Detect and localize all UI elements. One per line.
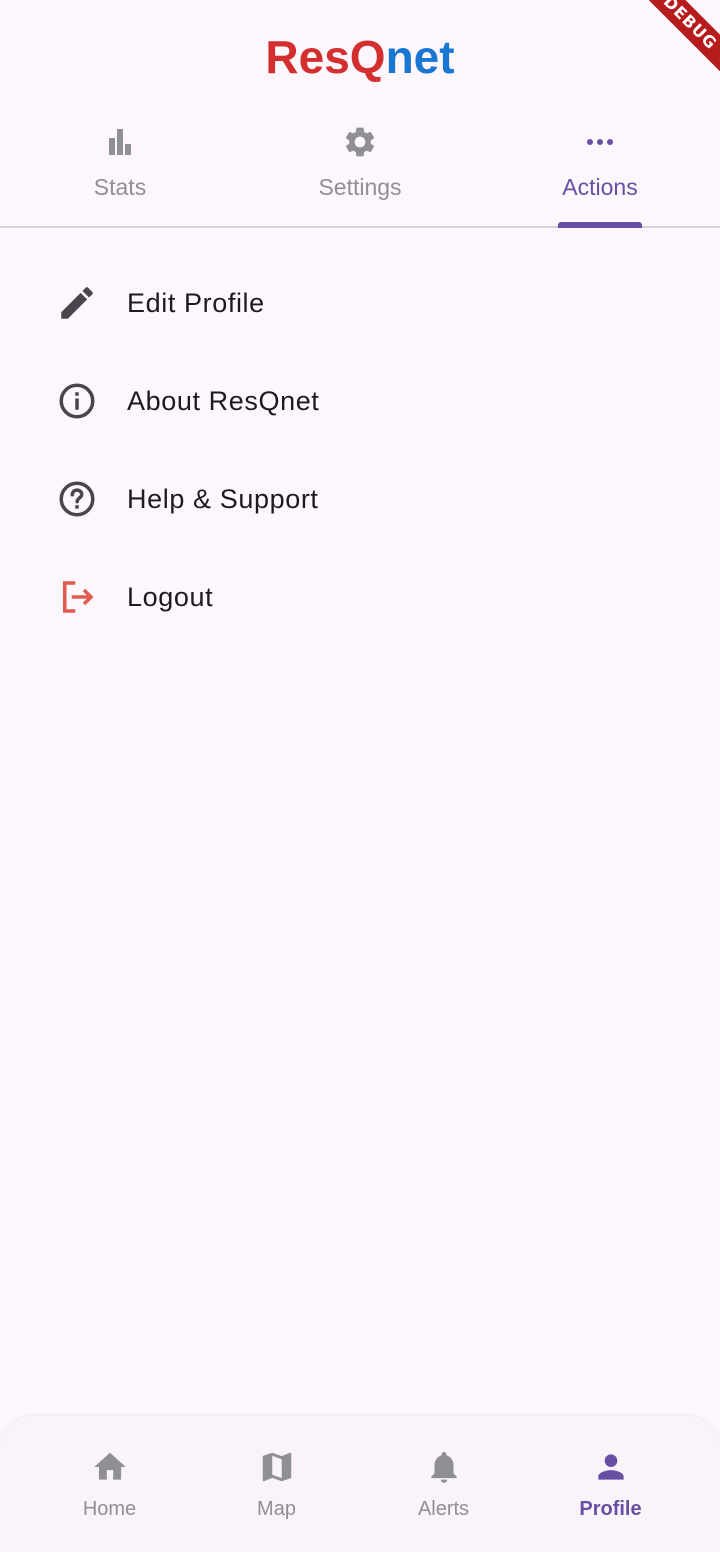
tab-stats[interactable]: Stats: [0, 110, 240, 226]
logout-label: Logout: [127, 581, 214, 612]
tab-settings-label: Settings: [318, 174, 402, 200]
logout-icon: [63, 581, 94, 613]
nav-home[interactable]: Home: [26, 1416, 193, 1552]
profile-tab-bar: Stats Settings Actions: [0, 110, 720, 228]
profile-screen: DEBUG ResQnet Stats Settings Actions Edi…: [0, 0, 720, 1552]
edit-profile-button[interactable]: Edit Profile: [0, 254, 720, 352]
map-icon: [262, 1452, 291, 1482]
pencil-icon: [61, 287, 93, 319]
person-icon: [597, 1454, 624, 1480]
logout-button[interactable]: Logout: [0, 548, 720, 646]
tab-stats-label: Stats: [93, 174, 147, 200]
about-label: About ResQnet: [127, 385, 320, 416]
nav-map[interactable]: Map: [193, 1416, 360, 1552]
about-button[interactable]: About ResQnet: [0, 352, 720, 450]
nav-profile[interactable]: Profile: [527, 1416, 694, 1552]
app-title-part1: ResQ: [265, 31, 386, 83]
actions-list: Edit Profile About ResQnet Help & Suppor…: [0, 254, 720, 646]
tab-actions-label: Actions: [562, 174, 638, 200]
tab-settings[interactable]: Settings: [240, 110, 480, 226]
tab-actions[interactable]: Actions: [480, 110, 720, 228]
more-horizontal-icon: [587, 139, 613, 145]
edit-profile-label: Edit Profile: [127, 287, 265, 318]
help-circle-icon: [59, 481, 95, 517]
nav-alerts-label: Alerts: [417, 1498, 470, 1520]
active-tab-indicator: [558, 222, 642, 228]
app-title-part2: net: [385, 31, 455, 83]
bottom-navigation: Home Map Alerts Profile: [0, 1416, 720, 1552]
nav-profile-label: Profile: [579, 1498, 642, 1520]
help-support-button[interactable]: Help & Support: [0, 450, 720, 548]
help-support-label: Help & Support: [127, 483, 319, 514]
nav-map-label: Map: [257, 1498, 296, 1520]
home-icon: [93, 1452, 126, 1480]
info-icon: [59, 383, 95, 419]
gear-icon: [345, 127, 375, 157]
nav-home-label: Home: [82, 1498, 137, 1520]
bar-chart-icon: [109, 129, 131, 155]
app-title: ResQnet: [0, 30, 720, 84]
bell-icon: [430, 1451, 457, 1483]
nav-alerts[interactable]: Alerts: [360, 1416, 527, 1552]
